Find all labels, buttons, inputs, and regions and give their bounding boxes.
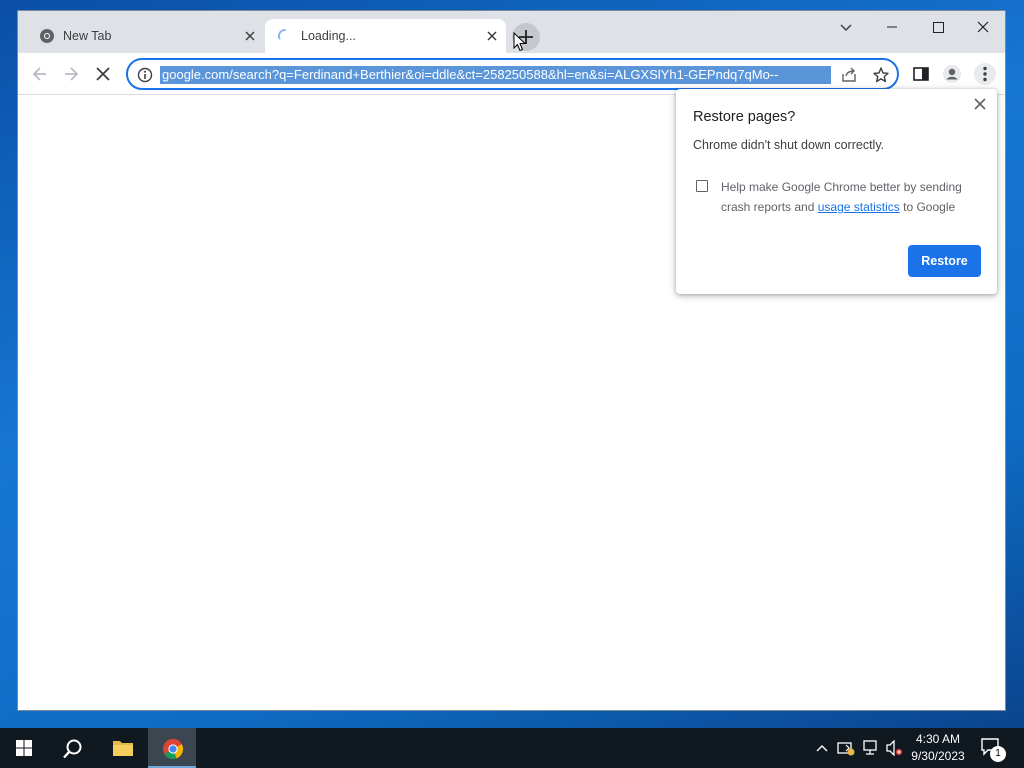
consent-suffix: to Google (903, 200, 956, 214)
taskbar: 4:30 AM 9/30/2023 1 (0, 728, 1024, 768)
tab-search-button[interactable] (834, 17, 858, 37)
close-window-button[interactable] (971, 17, 995, 37)
arrow-left-icon (32, 67, 46, 81)
crash-report-checkbox[interactable] (696, 180, 708, 192)
search-icon (63, 739, 82, 759)
side-panel-button[interactable] (911, 64, 931, 84)
clock-time: 4:30 AM (915, 732, 961, 746)
restore-pages-dialog: Restore pages? Chrome didn't shut down c… (676, 89, 997, 294)
search-button[interactable] (48, 728, 96, 768)
restore-button[interactable]: Restore (908, 245, 981, 277)
dialog-title: Restore pages? (693, 109, 796, 125)
tab-strip: New Tab Loading... (18, 11, 1005, 53)
volume-muted-icon[interactable] (886, 740, 904, 756)
address-bar[interactable]: google.com/search?q=Ferdinand+Berthier&o… (126, 58, 899, 90)
security-icon[interactable] (837, 740, 855, 756)
folder-icon (113, 741, 133, 756)
back-button[interactable] (30, 64, 50, 84)
chevron-down-icon (840, 24, 852, 32)
maximize-icon (933, 22, 944, 33)
clock-date: 9/30/2023 (911, 749, 965, 763)
arrow-right-icon (65, 67, 79, 81)
menu-button[interactable] (974, 63, 996, 85)
network-icon[interactable] (862, 740, 880, 756)
maximize-button[interactable] (926, 17, 950, 37)
profile-button[interactable] (942, 64, 962, 84)
tab-title: Loading... (301, 29, 356, 43)
close-icon[interactable] (973, 97, 987, 111)
chrome-icon (39, 28, 55, 44)
notification-badge: 1 (990, 746, 1006, 762)
tab-new-tab[interactable]: New Tab (28, 19, 264, 53)
tab-loading[interactable]: Loading... (265, 19, 506, 53)
side-panel-icon (913, 67, 929, 81)
avatar-icon (943, 65, 961, 83)
close-icon (977, 21, 989, 33)
bookmark-star-icon[interactable] (872, 66, 890, 84)
minimize-button[interactable] (880, 17, 904, 37)
close-tab-icon[interactable] (484, 28, 500, 44)
stop-button[interactable] (93, 64, 113, 84)
chevron-up-icon[interactable] (815, 742, 829, 754)
chrome-taskbar-button[interactable] (148, 728, 196, 768)
system-clock[interactable]: 4:30 AM 9/30/2023 (905, 731, 971, 765)
dialog-message: Chrome didn't shut down correctly. (693, 138, 885, 152)
minimize-icon (887, 26, 897, 28)
tab-title: New Tab (63, 29, 112, 43)
consent-text: Help make Google Chrome better by sendin… (721, 177, 981, 217)
url-text[interactable]: google.com/search?q=Ferdinand+Berthier&o… (160, 66, 831, 84)
forward-button[interactable] (61, 64, 81, 84)
share-icon[interactable] (840, 66, 858, 84)
mouse-cursor-icon (513, 32, 527, 52)
file-explorer-button[interactable] (98, 728, 146, 768)
close-tab-icon[interactable] (242, 28, 258, 44)
chrome-icon (163, 738, 184, 760)
windows-logo-icon (16, 740, 32, 756)
stop-icon (96, 67, 110, 81)
info-icon[interactable] (137, 67, 153, 83)
loading-spinner-icon (277, 28, 293, 44)
kebab-menu-icon (983, 66, 987, 82)
usage-statistics-link[interactable]: usage statistics (818, 200, 900, 214)
start-button[interactable] (0, 728, 48, 768)
